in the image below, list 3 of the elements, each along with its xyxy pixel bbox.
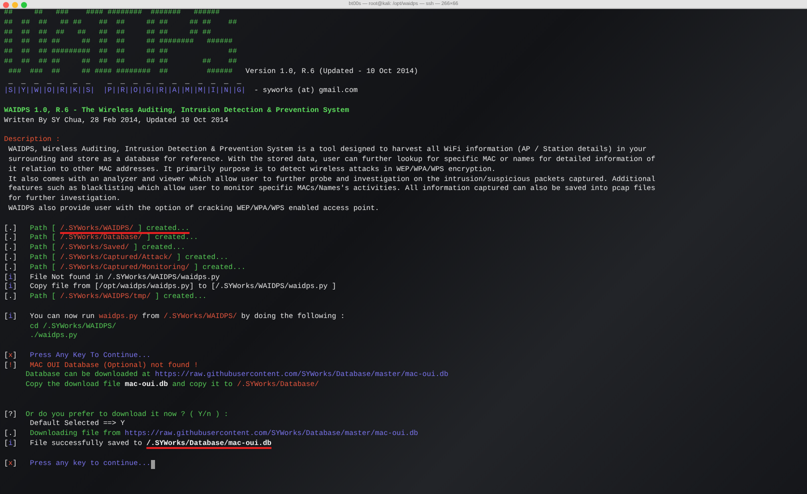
minimize-button[interactable] [12,2,18,8]
close-button[interactable] [3,2,9,8]
zoom-button[interactable] [21,2,27,8]
